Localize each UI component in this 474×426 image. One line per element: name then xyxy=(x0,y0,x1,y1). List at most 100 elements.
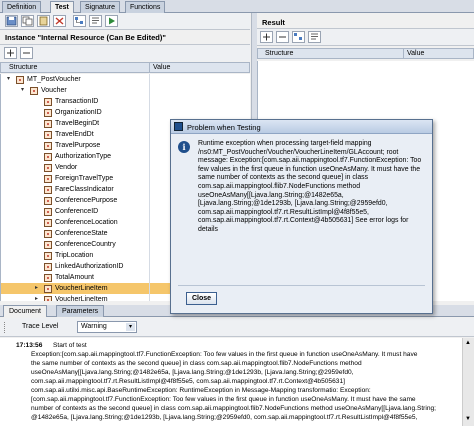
tree-icon xyxy=(294,33,302,40)
text-icon xyxy=(92,17,99,24)
tree-row-label: ConferenceID xyxy=(55,208,99,215)
tree-row-label: TravelPurpose xyxy=(55,142,101,149)
result-collapse-button[interactable] xyxy=(276,31,289,43)
instance-table-header: Structure Value xyxy=(0,62,250,73)
toolbar xyxy=(0,13,250,30)
element-node-icon xyxy=(44,208,52,216)
copy-icon xyxy=(22,16,33,26)
dialog-title-bar[interactable]: Problem when Testing xyxy=(171,120,432,134)
column-header-value[interactable]: Value xyxy=(149,63,170,73)
result-table-header: Structure Value xyxy=(257,48,474,59)
element-node-icon xyxy=(44,153,52,161)
delete-icon xyxy=(55,17,64,25)
log-heading: Start of test xyxy=(53,342,87,349)
log-line: the same number of contexts as the secon… xyxy=(31,360,362,367)
collapse-button[interactable] xyxy=(20,47,33,59)
dialog-message: Runtime exception when processing target… xyxy=(198,140,422,233)
expand-arrow-icon[interactable]: ▾ xyxy=(21,85,24,96)
dialog-divider xyxy=(178,285,425,286)
element-node-icon xyxy=(44,230,52,238)
toolbar-grip xyxy=(4,322,6,333)
element-node-icon xyxy=(44,175,52,183)
delete-button[interactable] xyxy=(53,15,66,27)
element-node-icon xyxy=(44,241,52,249)
test-button[interactable] xyxy=(105,15,118,27)
collapse-icon xyxy=(279,36,286,38)
tree-row-label: ConferencePurpose xyxy=(55,197,118,204)
tree-row-label: VoucherLineItem xyxy=(55,285,108,292)
collapse-icon xyxy=(23,52,30,54)
tab-document[interactable]: Document xyxy=(3,305,47,317)
dialog-title: Problem when Testing xyxy=(187,123,261,132)
element-node-icon xyxy=(44,285,52,293)
scroll-down-icon[interactable]: ▼ xyxy=(465,416,471,422)
element-node-icon xyxy=(44,131,52,139)
tree-row-label: ConferenceCountry xyxy=(55,241,116,248)
tree-view-button[interactable] xyxy=(73,15,86,27)
result-column-header-value[interactable]: Value xyxy=(403,49,424,59)
column-header-structure[interactable]: Structure xyxy=(6,63,37,73)
trace-level-select[interactable]: Warning ▾ xyxy=(77,321,137,333)
paste-icon xyxy=(39,16,48,26)
log-line: com.sap.aii.mappingtool.tf7.rt.ResultLis… xyxy=(31,378,345,385)
scroll-up-icon[interactable]: ▲ xyxy=(465,340,471,346)
tree-row-label: FareClassIndicator xyxy=(55,186,114,193)
dropdown-icon[interactable]: ▾ xyxy=(126,323,135,331)
tree-row-label: MT_PostVoucher xyxy=(27,76,81,83)
collapsed-arrow-icon[interactable]: ▸ xyxy=(35,283,38,294)
result-title: Result xyxy=(262,18,285,27)
expand-icon xyxy=(263,33,270,41)
tree-row-label: ConferenceLocation xyxy=(55,219,118,226)
element-node-icon xyxy=(44,219,52,227)
element-node-icon xyxy=(30,87,38,95)
trace-level-value: Warning xyxy=(81,323,107,330)
collapsed-arrow-icon[interactable]: ▸ xyxy=(35,294,38,301)
tree-row[interactable]: ▾ MT_PostVoucher xyxy=(1,74,249,85)
tree-row-label: ForeignTravelType xyxy=(55,175,114,182)
tab-functions[interactable]: Functions xyxy=(125,1,166,13)
error-dialog: Problem when Testing i Runtime exception… xyxy=(170,119,433,314)
tree-row-label: TotalAmount xyxy=(55,274,94,281)
paste-button[interactable] xyxy=(37,15,50,27)
element-node-icon xyxy=(44,263,52,271)
tree-row-label: TransactionID xyxy=(55,98,99,105)
log-scrollbar[interactable]: ▲ ▼ xyxy=(462,338,474,426)
element-node-icon xyxy=(44,142,52,150)
expand-button[interactable] xyxy=(4,47,17,59)
tree-row[interactable]: OrganizationID xyxy=(1,107,249,118)
tree-row-label: VoucherLineItem xyxy=(55,296,108,301)
result-text-button[interactable] xyxy=(308,31,321,43)
tree-icon xyxy=(75,17,83,24)
log-heading-row: 17:13:56 Start of test xyxy=(6,341,458,350)
element-node-icon xyxy=(44,98,52,106)
tab-parameters[interactable]: Parameters xyxy=(56,305,105,317)
result-column-header-structure[interactable]: Structure xyxy=(262,49,293,59)
result-tree-button[interactable] xyxy=(292,31,305,43)
tree-row-label: Vendor xyxy=(55,164,78,171)
element-node-icon xyxy=(44,252,52,260)
text-icon xyxy=(311,33,318,40)
tree-row-label: TravelBeginDt xyxy=(55,120,100,127)
expand-icon xyxy=(7,49,14,57)
tab-definition[interactable]: Definition xyxy=(2,1,42,13)
execute-icon xyxy=(109,17,115,25)
log-line: com.sap.aii.utilxi.misc.api.BaseRuntimeE… xyxy=(31,387,371,394)
save-button[interactable] xyxy=(5,15,18,27)
log-lines: Exception:[com.sap.aii.mappingtool.tf7.F… xyxy=(6,350,458,422)
element-node-icon xyxy=(44,197,52,205)
tree-row[interactable]: ▾ Voucher xyxy=(1,85,249,96)
element-node-icon xyxy=(44,120,52,128)
tab-signature[interactable]: Signature xyxy=(80,1,120,13)
log-line: number of contexts as the second queue] … xyxy=(31,405,437,412)
tree-row[interactable]: TransactionID xyxy=(1,96,249,107)
instance-toolbar xyxy=(0,44,250,61)
log-line: Exception:[com.sap.aii.mappingtool.tf7.F… xyxy=(31,351,418,358)
result-expand-button[interactable] xyxy=(260,31,273,43)
text-view-button[interactable] xyxy=(89,15,102,27)
expand-arrow-icon[interactable]: ▾ xyxy=(7,74,10,85)
tree-row-label: TripLocation xyxy=(55,252,94,259)
window-icon xyxy=(174,122,183,131)
tree-row-label: LinkedAuthorizationID xyxy=(55,263,124,270)
copy-button[interactable] xyxy=(21,15,34,27)
close-button[interactable]: Close xyxy=(186,292,217,305)
